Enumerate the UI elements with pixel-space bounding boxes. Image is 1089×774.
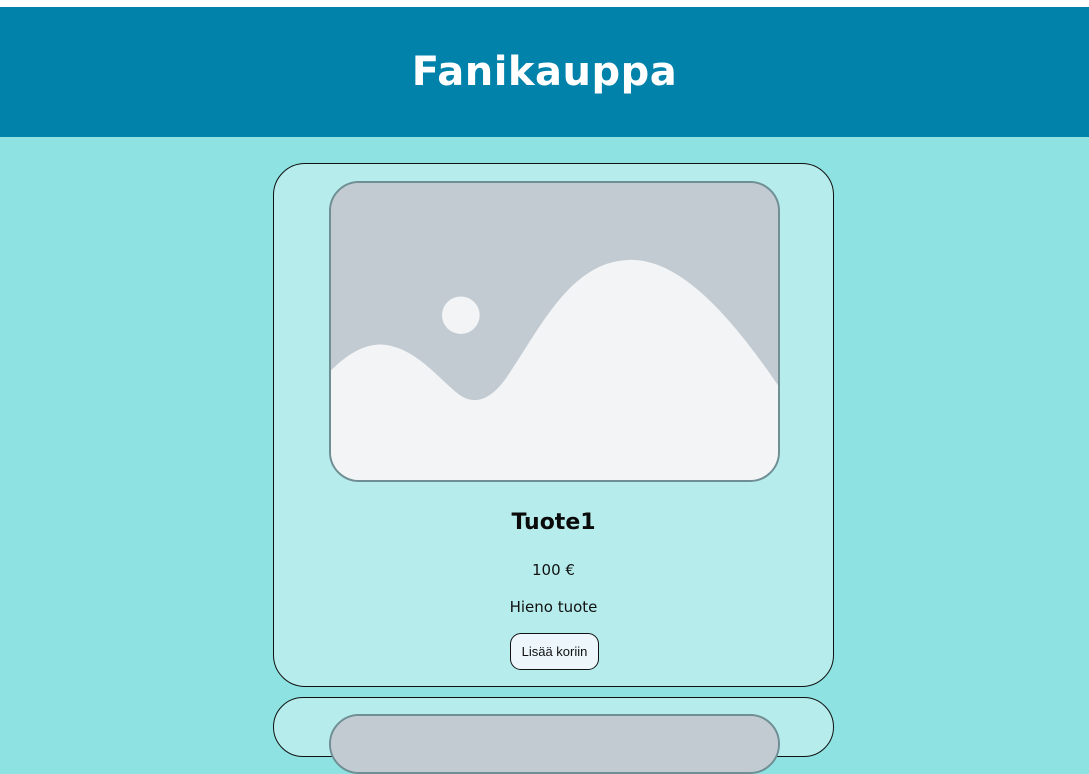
site-title: Fanikauppa <box>411 49 678 95</box>
image-placeholder-icon <box>331 716 778 772</box>
product-image <box>329 181 780 482</box>
product-image <box>329 714 780 774</box>
site-header: Fanikauppa <box>0 7 1089 137</box>
product-card: Tuote1 100 € Hieno tuote Lisää koriin <box>273 163 834 687</box>
top-strip <box>0 0 1089 7</box>
product-description: Hieno tuote <box>509 598 598 616</box>
image-placeholder-icon <box>331 183 778 480</box>
product-price: 100 € <box>532 561 575 579</box>
product-card <box>273 697 834 774</box>
product-title: Tuote1 <box>511 510 596 535</box>
add-to-cart-button[interactable]: Lisää koriin <box>510 633 599 670</box>
